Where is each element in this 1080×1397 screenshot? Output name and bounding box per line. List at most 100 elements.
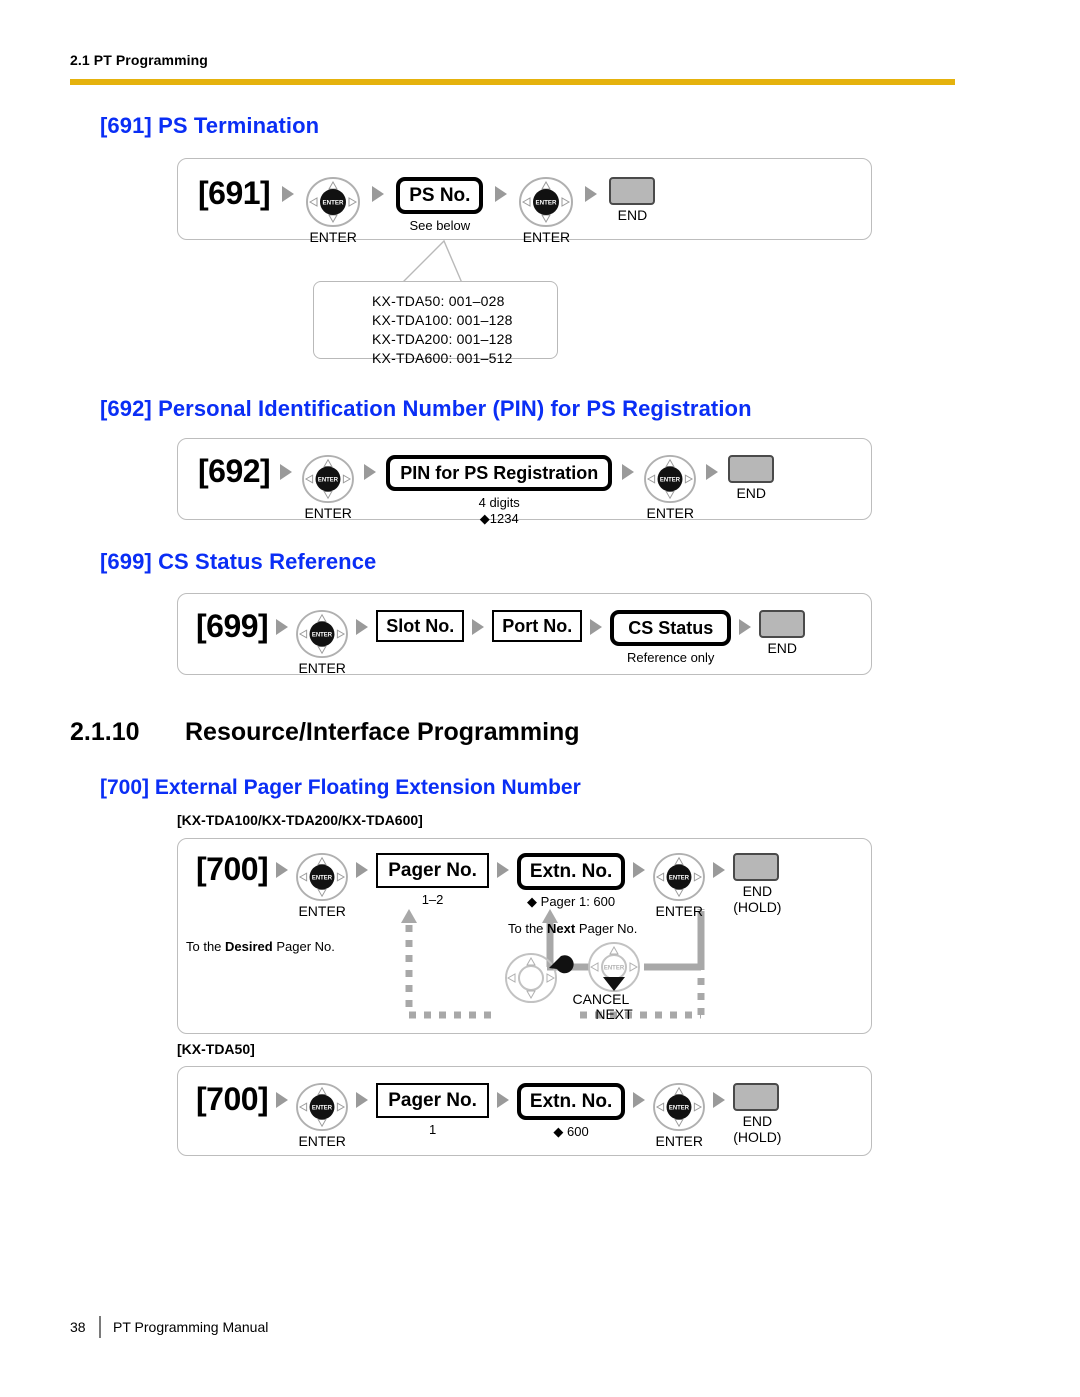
end-key-icon — [733, 1083, 780, 1111]
step-code-692: [692] — [198, 453, 271, 489]
enter-caption: ENTER — [655, 1133, 703, 1149]
arrow-icon — [276, 619, 289, 635]
field-extn-no: Extn. No. — [516, 853, 626, 890]
heading-700: [700] External Pager Floating Extension … — [100, 776, 581, 799]
navigation-next-icon: ENTER NEXT — [581, 941, 647, 1022]
arrow-icon — [356, 862, 369, 878]
field-pin-for-ps-registration: PIN for PS Registration — [386, 455, 613, 491]
flow-diagram-700-tda50: [700] ENTER ENTER Pager No. 1 Extn. No. … — [177, 1066, 872, 1156]
svg-text:ENTER: ENTER — [669, 1105, 690, 1111]
page-number: 38 — [70, 1319, 86, 1335]
enter-caption: ENTER — [304, 505, 352, 521]
enter-caption: ENTER — [522, 229, 571, 245]
arrow-icon — [739, 619, 752, 635]
arrow-icon — [472, 619, 485, 635]
arrow-icon — [496, 1092, 509, 1108]
header-divider — [70, 79, 955, 85]
navigation-enter-icon: ENTER ENTER — [296, 853, 349, 919]
field-extn-no-default: ◆ Pager 1: 600 — [527, 894, 616, 909]
navigation-enter-icon: ENTER ENTER — [653, 1083, 706, 1149]
running-head-text: 2.1 PT Programming — [70, 52, 208, 68]
arrow-icon — [282, 186, 295, 202]
heading-691: [691] PS Termination — [100, 113, 320, 138]
loop-label-post: Pager No. — [272, 939, 335, 954]
arrow-icon — [280, 464, 293, 480]
field-extn-no-default: ◆ 600 — [553, 1124, 589, 1139]
enter-caption: ENTER — [646, 505, 694, 521]
chapter-title: Resource/Interface Programming — [185, 718, 580, 746]
svg-text:ENTER: ENTER — [312, 875, 333, 881]
arrow-icon — [713, 862, 726, 878]
callout-line: KX-TDA100: 001–128 — [372, 311, 513, 328]
heading-692: [692] Personal Identification Number (PI… — [100, 396, 752, 421]
navigation-enter-icon: ENTER ENTER — [644, 455, 697, 521]
enter-caption: ENTER — [298, 660, 346, 676]
document-page: 2.1 PT Programming [691] PS Termination … — [0, 0, 1080, 1397]
enter-caption: ENTER — [298, 903, 346, 919]
loop-label-post: Pager No. — [575, 921, 638, 936]
next-caption: NEXT — [595, 1006, 633, 1022]
navigation-enter-icon: ENTER ENTER — [296, 610, 349, 676]
step-code-700a: [700] — [196, 851, 269, 887]
step-code-699: [699] — [196, 608, 269, 644]
arrow-icon — [496, 862, 509, 878]
svg-text:ENTER: ENTER — [312, 632, 333, 638]
loop-label-pre: To the — [508, 921, 548, 936]
arrow-icon — [633, 862, 646, 878]
end-caption: END — [742, 1113, 773, 1129]
footer-divider — [99, 1316, 101, 1338]
loop-label-bold: Next — [547, 921, 576, 936]
end-key-icon — [733, 853, 780, 881]
field-port-no: Port No. — [492, 610, 583, 642]
flow-diagram-700-tda100: [700] ENTER ENTER Pager No. 1–2 Extn. No… — [177, 838, 872, 1034]
field-pager-no-range: 1–2 — [421, 892, 444, 907]
navigation-enter-icon: ENTER ENTER — [302, 455, 355, 521]
navigation-enter-icon: ENTER ENTER — [653, 853, 706, 919]
arrow-icon — [633, 1092, 646, 1108]
arrow-icon — [495, 186, 508, 202]
end-caption: END — [736, 485, 767, 501]
field-ps-no-note: See below — [409, 218, 471, 233]
callout-line: KX-TDA600: 001–512 — [372, 349, 513, 366]
navigation-enter-icon: ENTER ENTER — [306, 177, 361, 245]
manual-title: PT Programming Manual — [113, 1319, 269, 1335]
enter-caption: ENTER — [655, 903, 703, 919]
callout-line: KX-TDA50: 001–028 — [372, 293, 505, 309]
callout-line: KX-TDA200: 001–128 — [372, 330, 513, 347]
arrow-icon — [585, 186, 598, 202]
loop-label-pre: To the — [186, 939, 226, 954]
arrow-icon — [590, 619, 603, 635]
arrow-icon — [276, 862, 289, 878]
end-caption-hold: (HOLD) — [733, 899, 782, 916]
arrow-icon — [622, 464, 635, 480]
arrow-icon — [356, 1092, 369, 1108]
end-key-icon — [759, 610, 806, 638]
field-pager-no: Pager No. — [376, 1083, 489, 1118]
callout-ps-no-range: KX-TDA50: 001–028 KX-TDA100: 001–128 KX-… — [313, 281, 558, 366]
loop-label-bold: Desired — [225, 939, 273, 954]
svg-text:ENTER: ENTER — [669, 875, 690, 881]
loop-label-desired: To the Desired Pager No. — [186, 939, 335, 954]
svg-text:ENTER: ENTER — [312, 1105, 333, 1111]
arrow-icon — [364, 464, 377, 480]
enter-caption: ENTER — [309, 229, 357, 245]
field-pin-note-digits: 4 digits — [478, 495, 520, 510]
navigation-enter-icon: ENTER ENTER — [519, 177, 574, 245]
field-pager-no: Pager No. — [376, 853, 489, 888]
enter-caption: ENTER — [298, 1133, 346, 1149]
step-code-691: [691] — [198, 175, 271, 211]
end-key-icon — [609, 177, 656, 205]
arrow-icon — [713, 1092, 726, 1108]
field-extn-no: Extn. No. — [516, 1083, 626, 1120]
navigation-enter-icon: ENTER ENTER — [296, 1083, 349, 1149]
end-key-icon — [728, 455, 775, 483]
flow-diagram-699: [699] ENTER ENTER Slot No. Port No. CS S… — [177, 593, 872, 676]
svg-text:ENTER: ENTER — [604, 966, 625, 972]
field-ps-no: PS No. — [396, 177, 484, 214]
model-tag-a: [KX-TDA100/KX-TDA200/KX-TDA600] — [177, 812, 423, 828]
model-tag-b: [KX-TDA50] — [177, 1041, 255, 1057]
flow-diagram-691: [691] ENTER ENTER PS No. See below ENTER… — [177, 158, 872, 245]
end-caption: END — [742, 883, 773, 899]
step-code-700b: [700] — [196, 1081, 269, 1117]
loop-label-next: To the Next Pager No. — [508, 921, 637, 936]
